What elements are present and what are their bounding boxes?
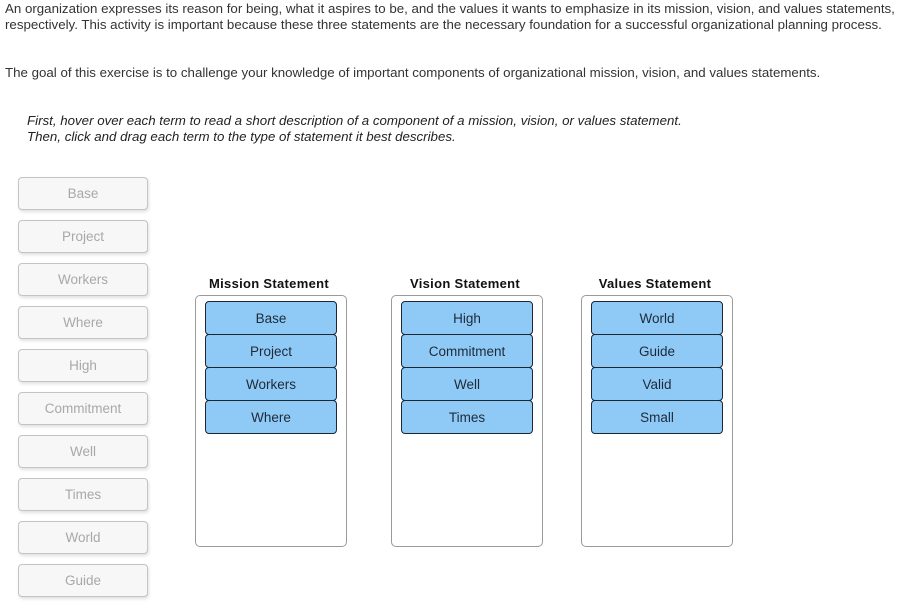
term-tile[interactable]: World — [18, 521, 148, 554]
mission-statement-title: Mission Statement — [209, 276, 329, 291]
vision-statement-dropzone[interactable]: High Commitment Well Times — [391, 295, 543, 547]
term-tile[interactable]: Times — [18, 478, 148, 511]
term-tile[interactable]: Guide — [18, 564, 148, 597]
instructions: First, hover over each term to read a sh… — [27, 113, 682, 144]
vision-statement-title: Vision Statement — [409, 276, 521, 291]
placed-term[interactable]: Guide — [591, 334, 723, 368]
placed-term[interactable]: Times — [401, 400, 533, 434]
term-tile[interactable]: Workers — [18, 263, 148, 296]
placed-term[interactable]: Project — [205, 334, 337, 368]
placed-term[interactable]: Well — [401, 367, 533, 401]
values-statement-title: Values Statement — [598, 276, 712, 291]
values-statement-dropzone[interactable]: World Guide Valid Small — [581, 295, 733, 547]
goal-paragraph: The goal of this exercise is to challeng… — [5, 65, 821, 80]
term-tile[interactable]: Commitment — [18, 392, 148, 425]
term-tile[interactable]: Base — [18, 177, 148, 210]
term-tile[interactable]: High — [18, 349, 148, 382]
term-tile[interactable]: Well — [18, 435, 148, 468]
placed-term[interactable]: Where — [205, 400, 337, 434]
placed-term[interactable]: Valid — [591, 367, 723, 401]
placed-term[interactable]: Base — [205, 301, 337, 335]
placed-term[interactable]: World — [591, 301, 723, 335]
placed-term[interactable]: Commitment — [401, 334, 533, 368]
placed-term[interactable]: High — [401, 301, 533, 335]
term-tile[interactable]: Where — [18, 306, 148, 339]
mission-statement-dropzone[interactable]: Base Project Workers Where — [195, 295, 347, 547]
intro-paragraph: An organization expresses its reason for… — [5, 1, 895, 33]
placed-term[interactable]: Small — [591, 400, 723, 434]
term-tile[interactable]: Project — [18, 220, 148, 253]
placed-term[interactable]: Workers — [205, 367, 337, 401]
